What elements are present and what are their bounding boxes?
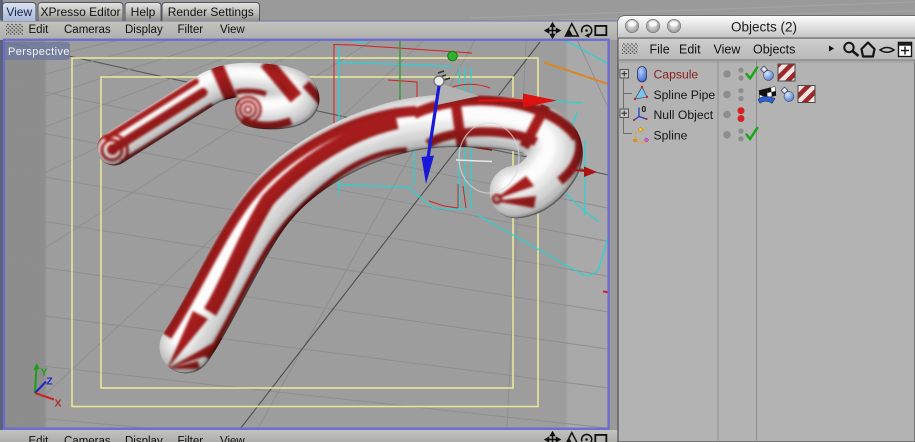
svg-text:0: 0 [642,104,647,114]
svg-text:File: File [650,43,670,57]
svg-text:Display: Display [125,24,163,36]
svg-text:Z: Z [46,376,53,388]
svg-text:Capsule: Capsule [654,68,699,82]
svg-text:Help: Help [131,5,156,19]
svg-text:Edit: Edit [29,436,50,442]
svg-text:Render Settings: Render Settings [168,5,254,19]
svg-text:Objects: Objects [753,43,795,57]
svg-text:X: X [54,398,61,410]
svg-text:View: View [220,436,245,442]
svg-text:Cameras: Cameras [64,24,111,36]
svg-text:Edit: Edit [29,24,50,36]
svg-text:Filter: Filter [178,24,204,36]
svg-text:View: View [714,43,742,57]
svg-text:View: View [220,24,245,36]
svg-text:Display: Display [125,436,163,442]
svg-text:Null Object: Null Object [654,108,714,122]
svg-text:View: View [6,5,32,19]
svg-text:Objects (2): Objects (2) [731,20,797,35]
svg-text:Perspective: Perspective [8,46,70,58]
svg-text:Cameras: Cameras [64,436,111,442]
svg-text:Filter: Filter [178,436,204,442]
svg-text:XPresso Editor: XPresso Editor [40,5,120,19]
svg-text:Spline Pipe: Spline Pipe [654,88,716,102]
svg-text:Spline: Spline [654,129,688,143]
svg-text:Edit: Edit [679,43,701,57]
